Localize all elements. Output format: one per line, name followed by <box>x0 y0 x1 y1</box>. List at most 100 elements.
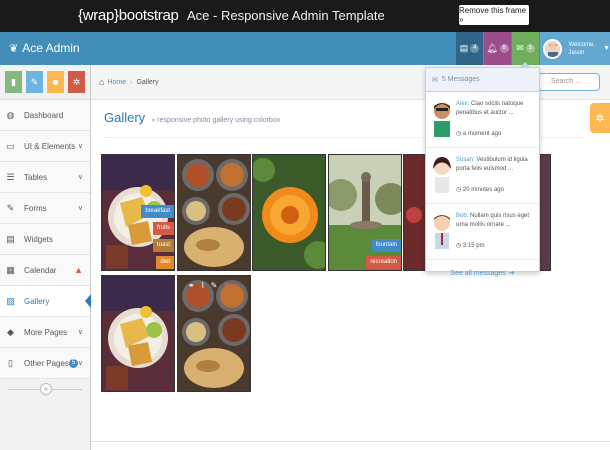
sidebar-item-more-pages[interactable]: ◆ More Pages ∨ <box>0 317 90 348</box>
tag-label: fountain <box>371 239 401 252</box>
tag-label: toast <box>152 239 174 252</box>
desktop-icon: ▭ <box>6 140 15 151</box>
gallery-thumb-partial[interactable] <box>403 154 427 271</box>
envelope-icon: ✉ <box>516 43 524 53</box>
sidebar-item-label: Calendar <box>24 265 57 275</box>
message-item[interactable]: Alex: Ciao sociis natoque penatibus et a… <box>426 92 539 148</box>
pencil-icon[interactable]: ✎ <box>211 281 218 290</box>
shortcut-pencil-button[interactable]: ✎ <box>26 71 43 93</box>
link-icon[interactable]: ⚭ <box>188 281 195 290</box>
chevron-down-icon: ∨ <box>77 205 83 212</box>
flower-photo <box>253 155 325 270</box>
bell-icon: 🔔︎ <box>486 43 498 53</box>
list-alt-icon: ▤ <box>6 233 15 244</box>
chevron-down-icon: ∨ <box>77 143 83 150</box>
tag-label: fruits <box>152 222 174 235</box>
avatar <box>434 215 450 249</box>
messages-count-label: 5 Messages <box>441 76 480 83</box>
tag-label: recreation <box>366 256 401 269</box>
messages-badge: 5 <box>525 44 535 53</box>
sidebar-item-label: Forms <box>24 203 47 213</box>
gallery-thumb-fountain[interactable]: fountain recreation <box>328 154 402 271</box>
message-time-label: 20 minutes ago <box>462 187 504 193</box>
breadcrumb-separator-icon: › <box>130 78 133 86</box>
collapse-sidebar-button[interactable]: « <box>40 383 52 395</box>
remove-frame-button[interactable]: Remove this frame » <box>459 5 529 25</box>
see-all-messages-link[interactable]: See all messages ➔ <box>426 260 539 286</box>
paperclip-icon[interactable]: ⌇ <box>201 281 205 290</box>
partial-photo <box>404 155 426 270</box>
username: Jason <box>568 49 585 56</box>
brand-label: Ace Admin <box>22 41 80 55</box>
gallery-thumb-breakfast[interactable]: breakfast fruits toast diet <box>101 154 175 271</box>
ace-settings-button[interactable]: ✲ <box>590 103 610 133</box>
page-subtitle: » responsive photo gallery using colorbo… <box>151 117 281 124</box>
gallery-thumb-breakfast[interactable] <box>101 275 175 392</box>
avatar <box>543 38 563 59</box>
message-text: Susan: Vestibulum id ligula porta felis … <box>456 156 536 174</box>
tag-label: breakfast <box>141 205 174 218</box>
sidebar-item-label: Widgets <box>24 234 53 244</box>
sidebar-item-gallery[interactable]: ▨ Gallery <box>0 286 91 317</box>
cogs-icon: ✲ <box>72 76 81 87</box>
shortcut-cogs-button[interactable]: ✲ <box>68 71 85 93</box>
messages-button[interactable]: ✉ 5 <box>512 32 539 65</box>
chevron-down-icon: ∨ <box>77 329 83 336</box>
sidebar: ▮ ✎ ☻ ✲ ◍ Dashboard ▭ UI & Elements ∨ ☰ … <box>0 65 91 450</box>
breadcrumb-home-link[interactable]: Home <box>107 79 126 86</box>
banner-title: Ace - Responsive Admin Template <box>187 8 385 23</box>
close-icon[interactable]: ✕ <box>223 281 230 290</box>
messages-dropdown-header: ✉ 5 Messages <box>426 68 539 92</box>
notifications-badge: 8 <box>499 44 509 53</box>
chevron-down-icon: ∨ <box>77 360 83 367</box>
wrapbootstrap-logo[interactable]: {wrap}bootstrap <box>78 7 179 24</box>
sidebar-item-dashboard[interactable]: ◍ Dashboard <box>0 100 90 131</box>
chevron-down-icon: ∨ <box>77 174 83 181</box>
wrap-banner: {wrap}bootstrap Ace - Responsive Admin T… <box>0 0 610 32</box>
cog-icon: ✲ <box>595 112 605 125</box>
shortcut-users-button[interactable]: ☻ <box>47 71 64 93</box>
welcome-text: Welcome, Jason <box>568 41 595 57</box>
gallery-thumb-indian-food[interactable]: ⚭ ⌇ ✎ ✕ <box>177 275 251 392</box>
gallery-thumb-flower[interactable] <box>252 154 326 271</box>
edit-icon: ✎ <box>6 202 15 213</box>
tasks-button[interactable]: ▤ 4 <box>456 32 483 65</box>
message-sender: Bob: <box>456 213 469 219</box>
envelope-icon: ✉ <box>432 76 438 84</box>
brand[interactable]: ❦ Ace Admin <box>9 41 80 55</box>
sidebar-item-calendar[interactable]: ▦ Calendar ▲ <box>0 255 90 286</box>
shortcut-signal-button[interactable]: ▮ <box>5 71 22 93</box>
gallery-thumb-indian-food[interactable] <box>177 154 251 271</box>
message-item[interactable]: Bob: Nullam quis risus eget urna mollis … <box>426 204 539 260</box>
indian-food-photo <box>178 155 250 270</box>
message-time: ◷ a moment ago <box>456 130 501 137</box>
notifications-button[interactable]: 🔔︎ 8 <box>484 32 511 65</box>
leaf-icon: ❦ <box>9 42 19 55</box>
search-input[interactable]: Search ... <box>538 73 600 91</box>
breadcrumb-current: Gallery <box>136 78 159 86</box>
content-divider <box>91 441 610 442</box>
sidebar-shortcuts: ▮ ✎ ☻ ✲ <box>0 65 90 100</box>
home-icon: ⌂ <box>99 77 105 87</box>
sidebar-item-widgets[interactable]: ▤ Widgets <box>0 224 90 255</box>
sidebar-item-label: More Pages <box>24 327 68 337</box>
message-text: Alex: Ciao sociis natoque penatibus et a… <box>456 100 536 118</box>
sidebar-item-tables[interactable]: ☰ Tables ∨ <box>0 162 90 193</box>
message-time-label: 3:15 pm <box>462 243 485 249</box>
users-icon: ☻ <box>50 77 61 87</box>
gallery-thumb-partial[interactable] <box>540 154 551 271</box>
message-item[interactable]: Susan: Vestibulum id ligula porta felis … <box>426 148 539 204</box>
file-icon: ▯ <box>8 357 13 368</box>
thumb-tools: ⚭ ⌇ ✎ ✕ <box>188 281 230 290</box>
message-text: Bob: Nullam quis risus eget urna mollis … <box>456 212 536 230</box>
double-angle-left-icon: « <box>44 386 48 393</box>
user-menu[interactable]: Welcome, Jason ▼ <box>540 32 610 65</box>
clock-icon: ◷ <box>456 131 462 137</box>
breakfast-photo <box>102 276 174 391</box>
sidebar-item-forms[interactable]: ✎ Forms ∨ <box>0 193 90 224</box>
sidebar-item-ui-elements[interactable]: ▭ UI & Elements ∨ <box>0 131 90 162</box>
tasks-icon: ▤ <box>459 43 469 53</box>
welcome-label: Welcome, <box>568 41 596 48</box>
sidebar-item-other-pages[interactable]: ▯ Other Pages 5 ∨ <box>0 348 90 379</box>
signal-icon: ▮ <box>11 76 16 87</box>
